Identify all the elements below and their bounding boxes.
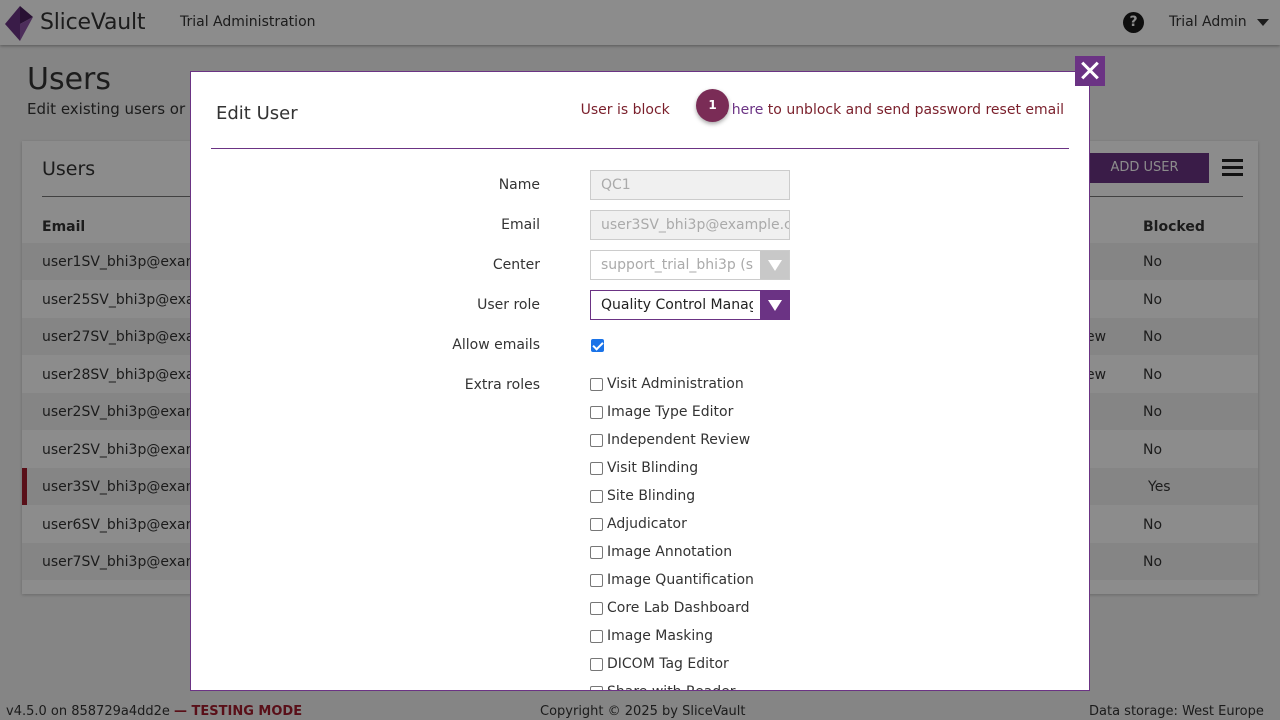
extra-role-label: Independent Review [607, 432, 751, 448]
extra-role-checkbox[interactable] [590, 657, 603, 671]
extra-role-label: Site Blinding [607, 488, 696, 504]
extra-role-item[interactable]: Visit Administration [590, 375, 744, 393]
extra-role-item[interactable]: Adjudicator [590, 515, 687, 533]
user-role-select-value: Quality Control Manager [601, 297, 753, 313]
extra-role-checkbox[interactable] [590, 685, 603, 690]
extra-role-checkbox[interactable] [590, 545, 603, 559]
allow-emails-label: Allow emails [452, 337, 540, 353]
center-select[interactable]: support_trial_bhi3p (su [590, 250, 790, 280]
extra-role-label: Image Masking [607, 628, 714, 644]
extra-role-item[interactable]: Visit Blinding [590, 459, 698, 477]
extra-role-item[interactable]: Image Quantification [590, 571, 754, 589]
extra-role-item[interactable]: Image Type Editor [590, 403, 733, 421]
dropdown-arrow-icon [760, 291, 789, 319]
extra-role-checkbox[interactable] [590, 573, 603, 587]
extra-role-label: Core Lab Dashboard [607, 600, 750, 616]
edit-user-modal: Edit User User is blocklick here to unbl… [190, 71, 1090, 691]
divider [211, 148, 1069, 149]
user-role-select[interactable]: Quality Control Manager [590, 290, 790, 320]
name-field[interactable]: QC1 [590, 170, 790, 200]
email-field[interactable]: user3SV_bhi3p@example.com [590, 210, 790, 240]
extra-role-item[interactable]: DICOM Tag Editor [590, 655, 729, 673]
extra-role-label: Visit Blinding [607, 460, 699, 476]
extra-role-checkbox[interactable] [590, 461, 603, 475]
extra-role-checkbox[interactable] [590, 489, 603, 503]
extra-role-label: Image Quantification [607, 572, 754, 588]
extra-role-checkbox[interactable] [590, 629, 603, 643]
dropdown-arrow-icon [760, 251, 789, 279]
extra-role-checkbox[interactable] [590, 377, 603, 391]
extra-role-checkbox[interactable] [590, 433, 603, 447]
extra-role-label: Visit Administration [607, 376, 744, 392]
name-label: Name [498, 177, 540, 193]
email-label: Email [501, 217, 540, 233]
extra-role-checkbox[interactable] [590, 405, 603, 419]
center-label: Center [492, 257, 540, 273]
modal-title: Edit User [216, 103, 298, 124]
extra-role-item[interactable]: Core Lab Dashboard [590, 599, 750, 617]
extra-role-item[interactable]: Site Blinding [590, 487, 695, 505]
blocked-message: User is blocklick here to unblock and se… [580, 102, 1064, 118]
extra-role-label: DICOM Tag Editor [607, 656, 729, 672]
extra-role-item[interactable]: Image Annotation [590, 543, 732, 561]
user-role-label: User role [477, 297, 540, 313]
extra-role-label: Adjudicator [607, 516, 687, 532]
allow-emails-checkbox[interactable] [591, 339, 604, 352]
extra-role-label: Share with Reader [607, 684, 736, 690]
close-icon[interactable] [1075, 56, 1105, 86]
extra-role-label: Image Annotation [607, 544, 733, 560]
extra-role-label: Image Type Editor [607, 404, 734, 420]
extra-roles-label: Extra roles [464, 377, 540, 393]
extra-role-checkbox[interactable] [590, 601, 603, 615]
unblock-link[interactable]: here [732, 102, 764, 118]
extra-role-item[interactable]: Share with Reader [590, 683, 736, 690]
step-badge: 1 [696, 89, 729, 122]
extra-role-checkbox[interactable] [590, 517, 603, 531]
extra-role-item[interactable]: Independent Review [590, 431, 750, 449]
center-select-value: support_trial_bhi3p (su [601, 257, 753, 273]
extra-role-item[interactable]: Image Masking [590, 627, 713, 645]
